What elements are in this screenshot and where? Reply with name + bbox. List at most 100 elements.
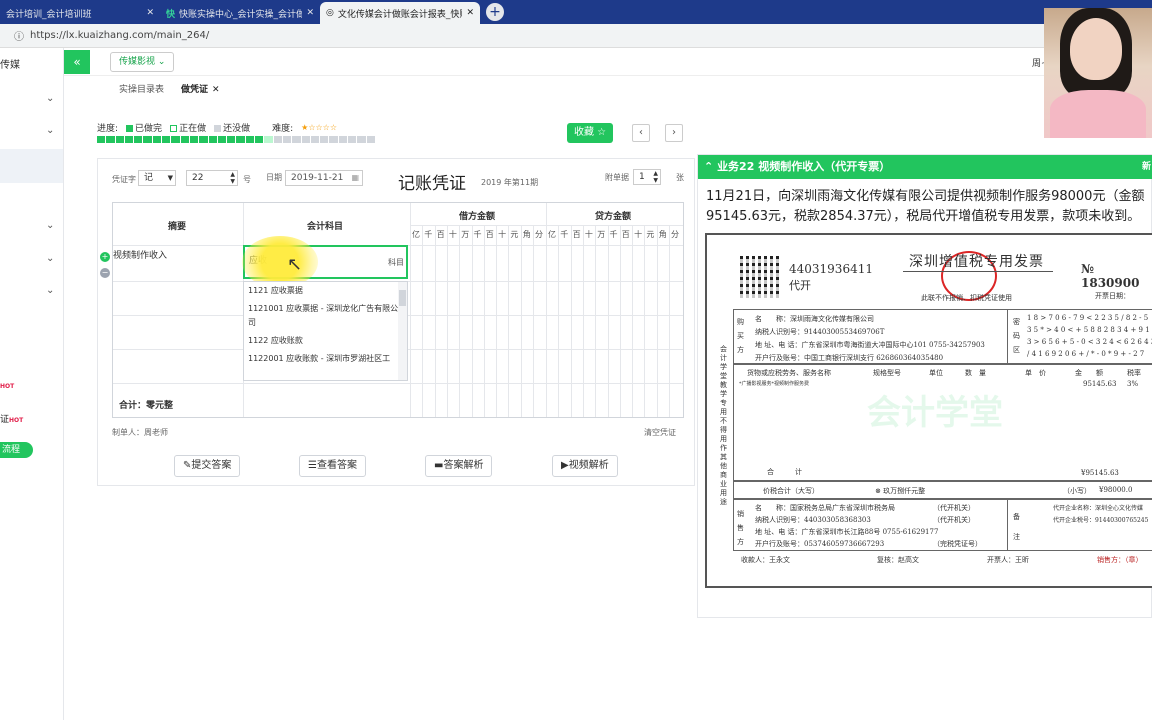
new-tab-button[interactable]: + (486, 3, 504, 21)
dropdown-item[interactable]: 1122001 应收账款 - 深圳市罗湖社区工 (244, 350, 407, 368)
dropdown-item[interactable]: 1122 应收账款 (244, 332, 407, 350)
close-icon[interactable]: ✕ (466, 8, 474, 18)
next-button[interactable]: › (665, 124, 683, 142)
invoice-code: 44031936411 (789, 262, 873, 276)
vat-invoice-image: 会计学堂 44031936411 代开 深圳增值税专用发票 № 1830900 … (705, 233, 1152, 588)
seller-agent-3: （完税凭证号） (933, 540, 982, 548)
seller-sign: 销售方：（章） (1097, 556, 1143, 564)
progress-segment (162, 136, 171, 143)
prev-button[interactable]: ‹ (632, 124, 650, 142)
dropdown-item[interactable]: 1121001 应收票据 - 深圳龙化广告有限公司 (244, 300, 407, 332)
globe-icon: ◎ (326, 8, 334, 18)
payee: 收款人：王永文 (741, 556, 790, 564)
flow-button[interactable]: 流程 (0, 442, 33, 458)
digit-header: 千 (424, 230, 433, 239)
sidebar-hot-item[interactable]: 证HOT (0, 412, 23, 425)
remark-line-2: 代开企业税号：91440300765245 (1053, 517, 1149, 524)
progress-segment (236, 136, 245, 143)
total-words: ⊗ 玖万捌仟元整 (875, 487, 926, 495)
col-amount: 金 额 (1075, 369, 1103, 377)
dropdown-scrollbar[interactable] (398, 282, 407, 380)
digit-header: 亿 (412, 230, 420, 239)
total-small-label: （小写） (1063, 487, 1091, 495)
stepper-icon[interactable]: ▲ ▼ (653, 170, 658, 184)
attach-label: 附单据 (605, 173, 629, 182)
close-icon[interactable]: ✕ (146, 8, 154, 18)
digit-header: 十 (584, 230, 593, 239)
chevron-down-icon[interactable]: ⌄ (46, 285, 54, 296)
digit-header: 十 (448, 230, 457, 239)
voucher-number-input[interactable]: 22 ▲ ▼ (186, 170, 238, 186)
module-dropdown[interactable]: 传媒影视 ⌄ (110, 52, 175, 72)
browser-tab-2[interactable]: 快快账实操中心_会计实操_会计做 ✕ (160, 2, 320, 24)
sidebar-item-active[interactable] (0, 149, 63, 183)
subject-dropdown[interactable]: 1121 应收票据 1121001 应收票据 - 深圳龙化广告有限公司 1122… (243, 281, 408, 381)
address-bar[interactable]: ⓘ https://lx.kuaizhang.com/main_264/ (0, 24, 1152, 48)
difficulty-rating: ★☆☆☆☆ (301, 123, 337, 132)
col-spec: 规格型号 (873, 369, 901, 377)
date-input[interactable]: 2019-11-21 ▦ (285, 170, 363, 186)
browser-tab-1[interactable]: 会计培训_会计培训班 ✕ (0, 2, 160, 24)
buyer-bank: 中国工商银行深圳支行 626860364035480 (804, 354, 944, 362)
chevron-down-icon[interactable]: ⌄ (46, 125, 54, 136)
digit-gridline (459, 225, 461, 417)
progress-label: 进度: (97, 124, 119, 134)
tab-voucher[interactable]: 做凭证 ✕ (181, 82, 220, 95)
maker-label: 制单人：周老师 (112, 428, 168, 437)
sidebar-hot-badge-1[interactable]: HOT (0, 381, 14, 391)
remark-label: 备注 (1013, 513, 1020, 541)
close-icon[interactable]: ✕ (306, 8, 314, 18)
clear-voucher-link[interactable]: 清空凭证 (644, 427, 676, 438)
progress-segment (245, 136, 255, 143)
total-words-label: 价税合计（大写） (763, 487, 819, 495)
digit-header: 亿 (548, 230, 556, 239)
chevron-down-icon: ⌄ (157, 57, 166, 67)
summary-cell[interactable]: 视频制作收入 (113, 248, 167, 261)
invoice-no-prefix: № (1081, 262, 1095, 276)
chevron-down-icon[interactable]: ⌄ (46, 253, 54, 264)
collapse-sidebar-button[interactable]: « (64, 50, 90, 74)
remark-line-1: 代开企业名称：深圳全心文化传媒 (1053, 505, 1144, 512)
chevron-down-icon[interactable]: ⌄ (46, 220, 54, 231)
attach-input[interactable]: 1 ▲ ▼ (633, 169, 661, 185)
difficulty-label: 难度: (272, 124, 294, 134)
digit-gridline (533, 225, 534, 417)
calendar-icon[interactable]: ▦ (351, 171, 359, 185)
buyer-address: 广东省深圳市粤海街道大冲国际中心101 0755-34257903 (801, 341, 985, 349)
add-row-icon[interactable]: + (100, 252, 110, 262)
tab-catalog[interactable]: 实操目录表 (119, 82, 164, 95)
stepper-icon[interactable]: ▲ ▼ (230, 171, 235, 185)
digit-gridline (434, 225, 436, 417)
submit-answer-button[interactable]: ✎提交答案 (174, 455, 241, 477)
answer-analysis-button[interactable]: ▬答案解析 (425, 455, 493, 477)
progress-segment (320, 136, 329, 143)
digit-header: 千 (560, 230, 569, 239)
browser-tab-3[interactable]: ◎ 文化传媒会计做账会计报表_快账 ✕ (320, 2, 480, 24)
view-answer-button[interactable]: ☰查看答案 (299, 455, 366, 477)
progress-segment (171, 136, 180, 143)
page-tabs: 实操目录表 做凭证 ✕ (64, 78, 704, 98)
digit-gridline (410, 225, 411, 417)
video-analysis-button[interactable]: ▶视频解析 (552, 455, 618, 477)
caret-up-icon[interactable]: ⌃ (704, 160, 713, 173)
voucher-word-select[interactable]: 记 ▼ (138, 170, 176, 186)
dropdown-item[interactable]: 1121 应收票据 (244, 282, 407, 300)
date-label: 日期 (266, 173, 282, 182)
col-summary: 摘要 (168, 222, 187, 232)
progress-segment (106, 136, 115, 143)
seller-bank: 053746059736667293 (804, 540, 885, 548)
invoice-note: 此联不作报销、扣税凭证使用 (921, 294, 1012, 302)
col-credit: 贷方金额 (595, 212, 632, 222)
url-text[interactable]: https://lx.kuaizhang.com/main_264/ (30, 30, 209, 41)
collect-button[interactable]: 收藏 ☆ (567, 123, 614, 143)
digit-gridline (546, 225, 547, 417)
chevron-down-icon[interactable]: ⌄ (46, 93, 54, 104)
digit-header: 千 (609, 230, 618, 239)
panel-header-right[interactable]: 新 (1142, 155, 1151, 179)
remove-row-icon[interactable]: − (100, 268, 110, 278)
digit-gridline (619, 225, 621, 417)
browser-tab-bar: 会计培训_会计培训班 ✕ 快快账实操中心_会计实操_会计做 ✕ ◎ 文化传媒会计做账会… (0, 0, 1152, 24)
close-icon[interactable]: ✕ (212, 85, 220, 95)
progress-legend: 进度: 已做完 正在做 还没做 难度: ★☆☆☆☆ (97, 121, 337, 134)
info-icon[interactable]: ⓘ (14, 28, 24, 43)
